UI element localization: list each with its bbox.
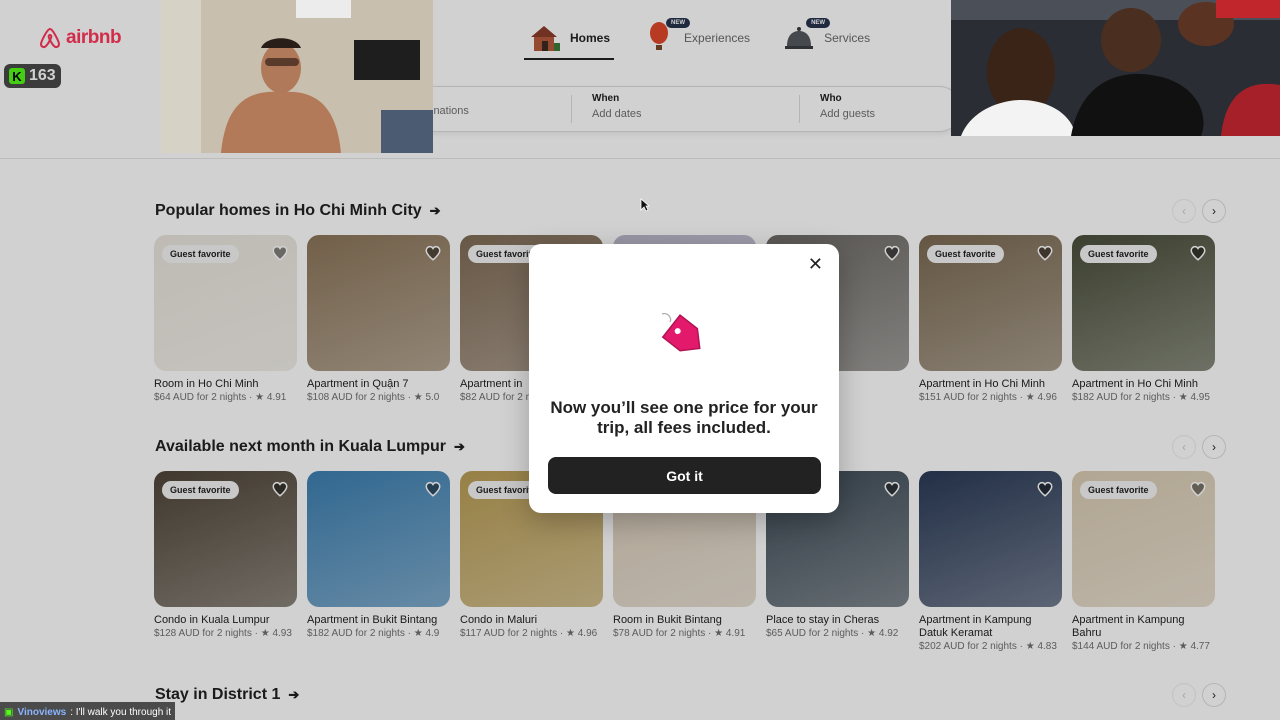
close-icon[interactable]: ✕ — [808, 254, 823, 275]
video-overlay — [951, 0, 1280, 136]
price-info-modal: ✕ Now you’ll see one price for your trip… — [529, 244, 839, 513]
modal-message: Now you’ll see one price for your trip, … — [550, 398, 818, 437]
mouse-cursor-icon — [640, 198, 650, 212]
page: airbnb K 163 Homes NEW Experiences NEW S… — [0, 0, 1280, 720]
streamer-webcam — [161, 0, 433, 153]
chat-username: Vinoviews — [17, 706, 67, 718]
video-image — [951, 0, 1280, 136]
chat-text: : I'll walk you through it — [70, 706, 172, 718]
chat-message: ▣ Vinoviews : I'll walk you through it — [0, 702, 176, 720]
price-tag-icon — [661, 313, 701, 352]
chat-badge-icon: ▣ — [4, 706, 14, 718]
got-it-button[interactable]: Got it — [548, 457, 821, 494]
webcam-image — [161, 0, 433, 153]
